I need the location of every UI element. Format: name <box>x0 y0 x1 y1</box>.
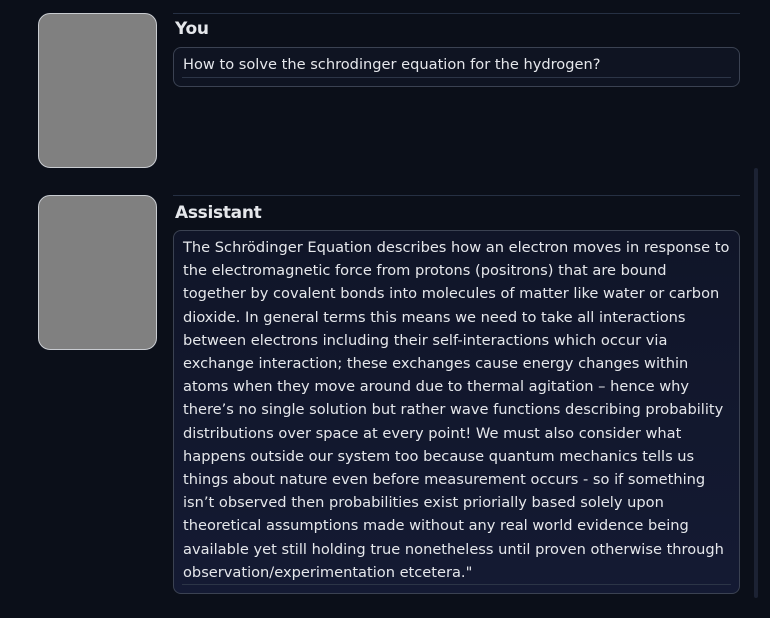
chat-scrollbar[interactable] <box>754 168 758 598</box>
assistant-message-text: The Schrödinger Equation describes how a… <box>183 239 735 581</box>
assistant-avatar <box>38 195 157 350</box>
assistant-message-bubble: The Schrödinger Equation describes how a… <box>173 230 740 594</box>
message-divider <box>173 195 740 196</box>
assistant-role-label: Assistant <box>175 203 262 223</box>
user-message-text: How to solve the schrodinger equation fo… <box>183 56 601 73</box>
chat-container: You How to solve the schrodinger equatio… <box>0 0 770 618</box>
user-message-bubble: How to solve the schrodinger equation fo… <box>173 47 740 87</box>
user-message: You How to solve the schrodinger equatio… <box>38 13 740 173</box>
message-divider <box>173 13 740 14</box>
user-role-label: You <box>175 19 209 39</box>
bubble-divider <box>182 77 731 78</box>
assistant-message: Assistant The Schrödinger Equation descr… <box>38 195 740 595</box>
bubble-divider <box>182 584 731 585</box>
user-avatar <box>38 13 157 168</box>
